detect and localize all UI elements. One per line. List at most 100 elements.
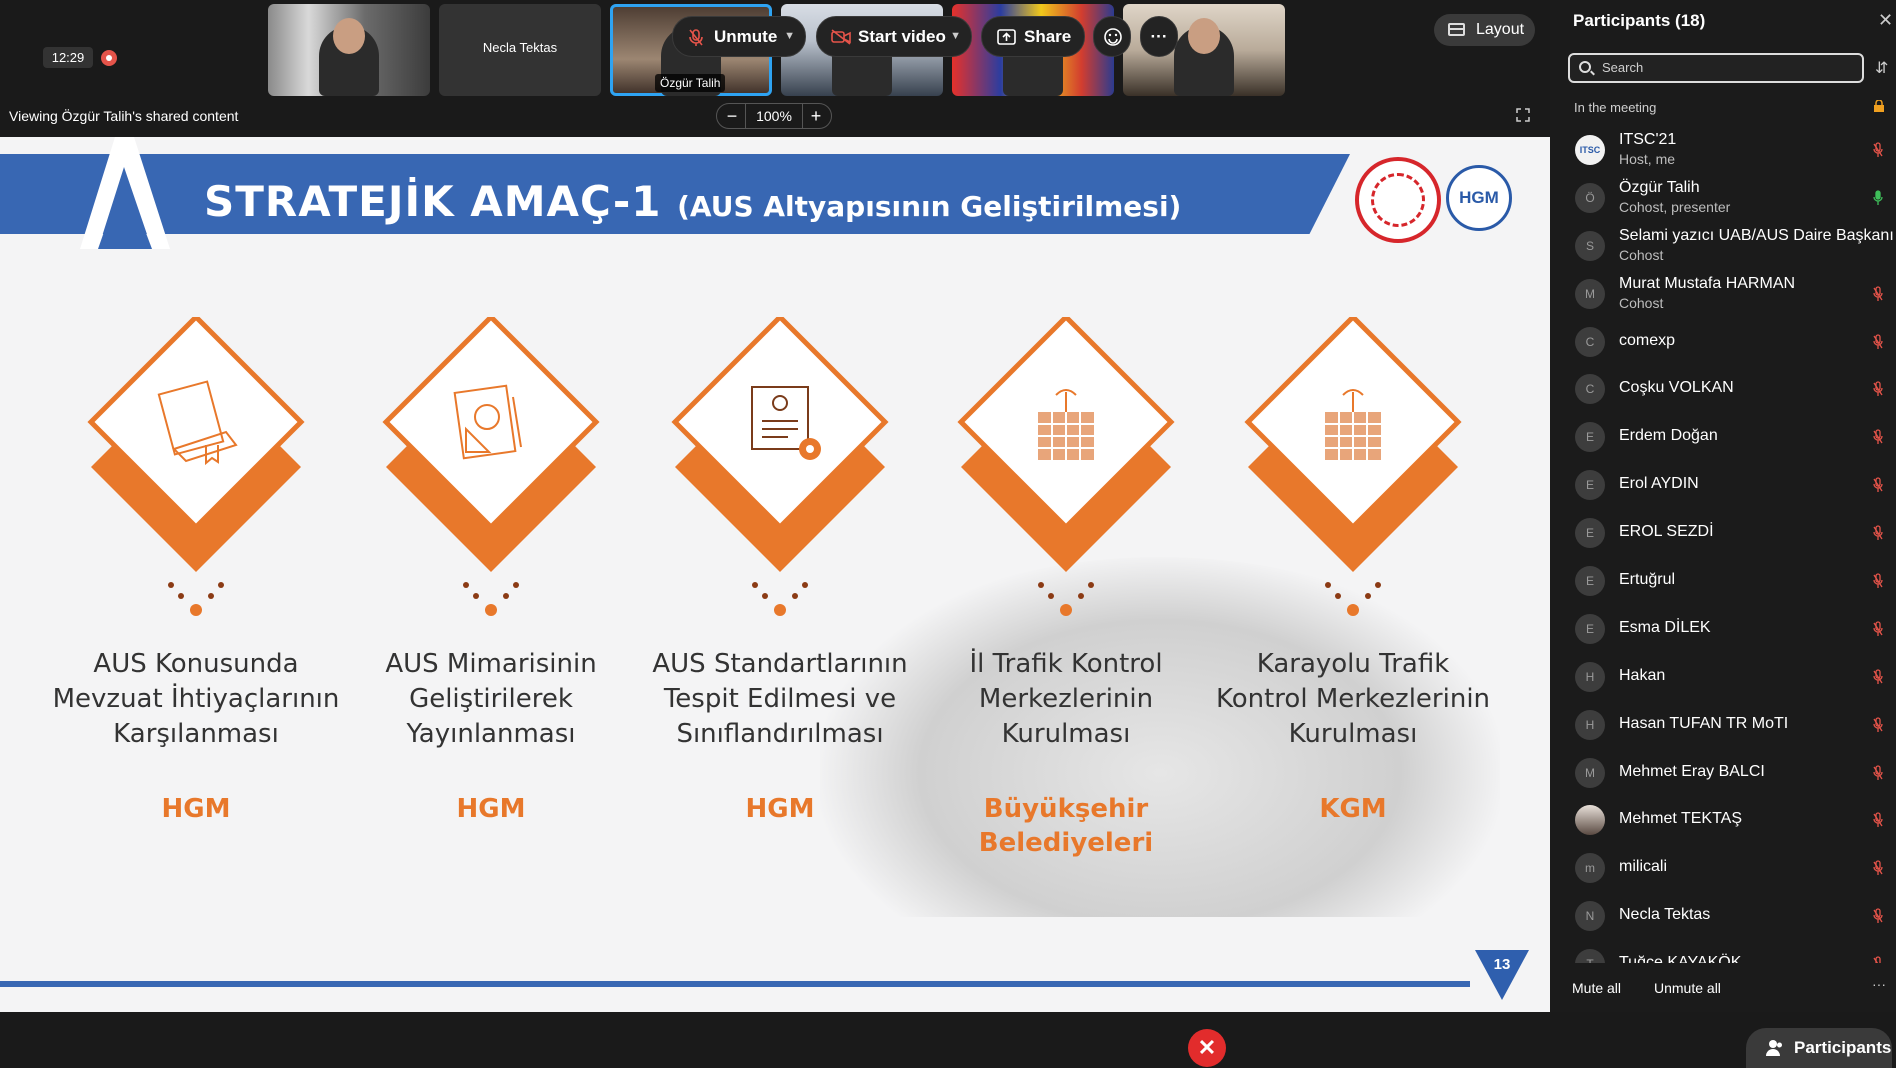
close-icon[interactable]: ✕ [1878,10,1893,31]
participant-name: Tuğçe KAYAKÖK [1619,954,1742,963]
mic-muted-icon[interactable] [1873,142,1883,158]
layout-button[interactable]: Layout [1434,14,1535,46]
participant-name: Coşku VOLKAN [1619,379,1734,397]
certificate-icon [671,317,889,572]
building-icon [957,317,1175,572]
people-icon [1766,1040,1782,1056]
participant-row[interactable]: m milicali [1550,843,1896,891]
share-button[interactable]: Share [981,16,1085,57]
slide-title: STRATEJİK AMAÇ-1 (AUS Altyapısının Geliş… [204,177,1181,226]
participant-list: ITSC ITSC'21 Host, me Ö Özgür Talih Cohost, p… [1550,125,1896,963]
zoom-out-button[interactable]: − [723,107,741,125]
mic-muted-icon[interactable] [1873,429,1883,445]
participant-row[interactable]: H Hasan TUFAN TR MoTI [1550,700,1896,748]
goal-organization: HGM [161,794,231,824]
mic-active-icon[interactable] [1873,190,1883,206]
goal-text: İl Trafik Kontrol Merkezlerinin Kurulmas… [969,649,1163,749]
fullscreen-icon[interactable] [1516,108,1530,122]
goal-text: AUS Standartlarının Tespit Edilmesi ve S… [652,649,908,749]
mic-muted-icon[interactable] [1873,525,1883,541]
avatar: m [1575,853,1605,884]
mic-muted-icon[interactable] [1873,717,1883,733]
avatar: H [1575,709,1605,740]
hgm-logo: HGM [1446,165,1512,231]
participant-name: Ertuğrul [1619,571,1676,589]
participants-label: Participants [1794,1038,1892,1057]
mic-muted-icon[interactable] [1873,812,1883,828]
chevron-down-icon[interactable]: ▼ [784,17,795,56]
participant-row[interactable]: C Coşku VOLKAN [1550,364,1896,412]
avatar: ITSC [1575,135,1605,165]
participant-row[interactable]: E Erdem Doğan [1550,412,1896,460]
participant-row[interactable]: E Erol AYDIN [1550,460,1896,508]
mic-muted-icon[interactable] [1873,381,1883,397]
mute-all-button[interactable]: Mute all [1572,980,1621,996]
end-call-button[interactable]: ✕ [1188,1029,1226,1067]
mic-muted-icon[interactable] [1873,764,1883,781]
shared-slide: STRATEJİK AMAÇ-1 (AUS Altyapısının Geliş… [0,137,1550,1012]
more-button[interactable]: ··· [1140,16,1178,57]
participant-row[interactable]: H Hakan [1550,652,1896,700]
video-thumbnail[interactable]: Necla Tektas [439,4,601,96]
search-placeholder: Search [1602,60,1644,75]
avatar: C [1575,326,1605,357]
mic-muted-icon[interactable] [1873,669,1883,685]
participant-row[interactable]: N Necla Tektas [1550,891,1896,939]
building-icon [1244,317,1462,572]
unmute-all-button[interactable]: Unmute all [1654,980,1721,996]
zoom-in-button[interactable]: + [807,107,825,125]
goal-organization: KGM [1319,794,1387,824]
participant-name: Hasan TUFAN TR MoTI [1619,714,1789,732]
share-label: Share [1024,27,1072,46]
participant-row[interactable]: S Selami yazıcı UAB/AUS Daire Başkanı Coho… [1550,221,1896,269]
start-video-button[interactable]: Start video ▼ [816,16,972,57]
avatar: E [1575,613,1605,644]
avatar: H [1575,661,1605,692]
video-thumbnail[interactable] [268,4,430,96]
participant-row[interactable]: ITSC ITSC'21 Host, me [1550,125,1896,173]
goal-organization: HGM [745,794,815,824]
mic-muted-icon[interactable] [1873,956,1883,963]
reactions-button[interactable] [1093,16,1131,57]
participant-name: comexp [1619,331,1676,349]
participant-row[interactable]: Ö Özgür Talih Cohost, presenter [1550,173,1896,221]
lock-icon[interactable] [1873,100,1885,112]
zoom-level[interactable]: 100% [745,104,803,128]
participant-role: Cohost, presenter [1619,198,1731,215]
participants-button[interactable]: Participants [1746,1028,1892,1068]
mic-muted-icon[interactable] [1873,908,1883,924]
section-label: In the meeting [1574,100,1657,115]
chevron-down-icon[interactable]: ▼ [950,17,961,56]
avatar: S [1575,230,1605,261]
mic-muted-icon[interactable] [1873,573,1883,589]
avatar: Ö [1575,182,1605,213]
participant-name: Necla Tektas [1619,906,1711,924]
participant-row[interactable]: E Ertuğrul [1550,556,1896,604]
search-input[interactable]: Search [1568,53,1864,83]
avatar: T [1575,949,1605,963]
participant-row[interactable]: T Tuğçe KAYAKÖK [1550,939,1896,963]
layout-icon [1448,23,1465,36]
mic-muted-icon[interactable] [1873,477,1883,493]
participant-row[interactable]: M Murat Mustafa HARMAN Cohost [1550,269,1896,317]
avatar: E [1575,518,1605,549]
mic-muted-icon[interactable] [1873,286,1883,302]
mic-muted-icon[interactable] [1873,333,1883,350]
more-options-button[interactable]: ··· [1872,976,1886,992]
sort-icon[interactable]: ⇵ [1875,58,1888,78]
participant-role: Cohost [1619,246,1664,263]
mic-muted-icon[interactable] [1873,621,1883,637]
mic-muted-icon[interactable] [1873,860,1883,876]
avatar: E [1575,470,1605,501]
panel-title: Participants (18) [1573,11,1706,30]
participant-row[interactable]: Ccomexp [1550,317,1896,365]
goal-text: Karayolu Trafik Kontrol Merkezlerinin Ku… [1215,649,1491,749]
participant-row[interactable]: E Esma DİLEK [1550,604,1896,652]
goal-organization: Büyükşehir Belediyeleri [978,794,1154,858]
participant-row[interactable]: Mehmet TEKTAŞ [1550,795,1896,843]
unmute-button[interactable]: Unmute ▼ [672,16,806,57]
participant-row[interactable]: E EROL SEZDİ [1550,508,1896,556]
dots-decoration [1038,582,1094,616]
avatar: M [1575,757,1605,788]
participant-row[interactable]: M Mehmet Eray BALCI [1550,748,1896,796]
